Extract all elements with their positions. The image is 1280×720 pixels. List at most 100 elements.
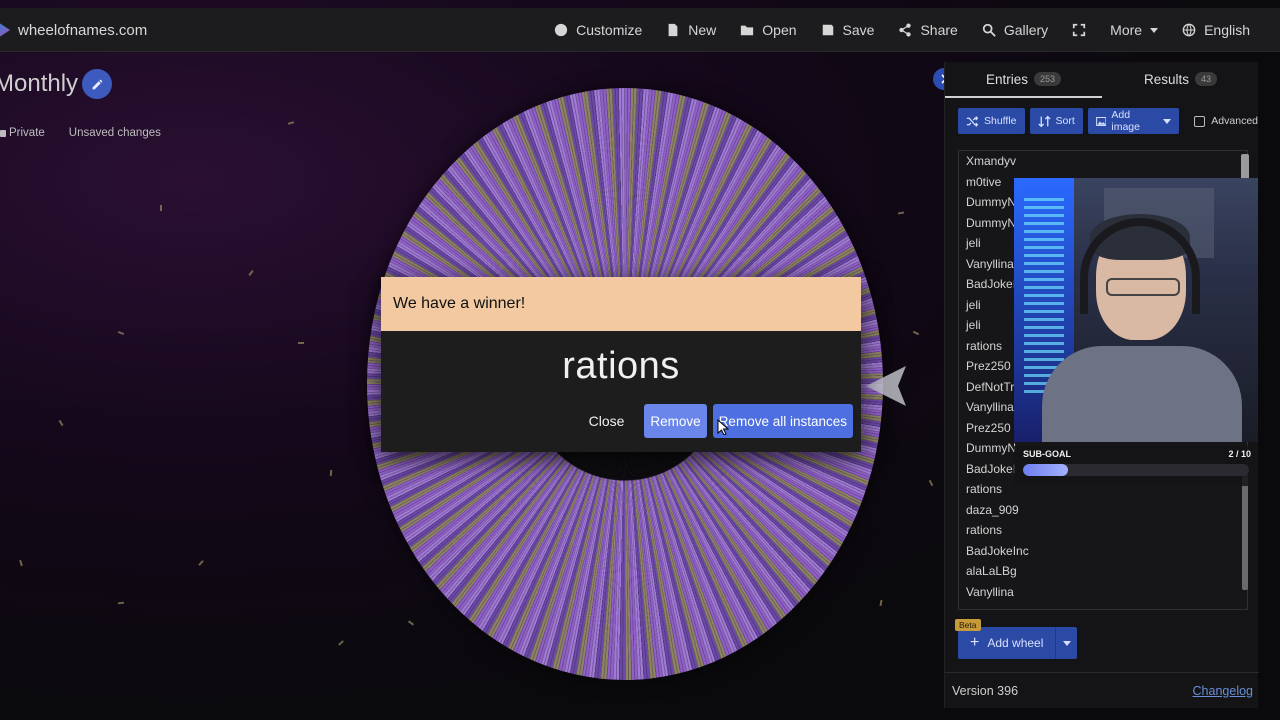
cam-person-body — [1042, 346, 1242, 442]
remove-button[interactable]: Remove — [644, 404, 707, 438]
confetti-piece — [928, 479, 934, 487]
entry-line[interactable]: rations — [959, 520, 1247, 541]
add-wheel-button[interactable]: + Add wheel — [958, 627, 1056, 659]
customize-label: Customize — [576, 22, 643, 38]
customize-button[interactable]: Customize — [542, 8, 654, 52]
chevron-down-icon — [1062, 640, 1071, 646]
save-button[interactable]: Save — [809, 8, 887, 52]
winner-name: rations — [562, 345, 680, 387]
webcam-overlay — [1014, 178, 1258, 442]
confetti-piece — [338, 640, 344, 646]
tab-results[interactable]: Results 43 — [1102, 62, 1259, 98]
add-wheel-label: Add wheel — [987, 636, 1044, 650]
fullscreen-icon — [1073, 23, 1086, 37]
gallery-button[interactable]: Gallery — [970, 8, 1060, 52]
changelog-link[interactable]: Changelog — [1193, 684, 1253, 698]
save-label: Save — [842, 22, 875, 38]
subgoal-bar — [1023, 464, 1249, 476]
shuffle-button[interactable]: Shuffle — [958, 108, 1025, 134]
entries-count-badge: 253 — [1034, 72, 1062, 86]
panel-tabs: Entries 253 Results 43 — [945, 62, 1259, 98]
open-button[interactable]: Open — [728, 8, 808, 52]
save-status: Unsaved changes — [68, 127, 161, 139]
sort-icon — [1037, 115, 1051, 127]
brand[interactable]: wheelofnames.com — [0, 8, 147, 52]
top-bar: wheelofnames.com Customize New Open Save… — [0, 8, 1280, 52]
file-icon — [668, 23, 678, 37]
subgoal-label: SUB-GOAL — [1023, 449, 1071, 459]
share-label: Share — [920, 22, 958, 38]
confetti-piece — [897, 211, 905, 215]
confetti-piece — [19, 559, 23, 567]
edit-title-button[interactable] — [82, 69, 112, 99]
privacy-badge: Private — [0, 127, 45, 139]
subgoal-value: 2 / 10 — [1228, 449, 1251, 459]
confetti-piece — [58, 419, 64, 427]
fullscreen-button[interactable] — [1060, 8, 1098, 52]
tab-results-label: Results — [1143, 71, 1189, 87]
dialog-actions: Close Remove Remove all instances — [575, 404, 853, 438]
share-button[interactable]: Share — [886, 8, 969, 52]
more-menu[interactable]: More — [1098, 8, 1170, 52]
confetti-piece — [879, 599, 883, 607]
scrollbar-track[interactable] — [1242, 470, 1248, 590]
confetti-piece — [160, 205, 162, 211]
palette-icon — [555, 23, 568, 37]
pencil-icon — [92, 79, 102, 89]
advanced-toggle[interactable]: Advanced — [1194, 115, 1258, 127]
entry-line[interactable]: alaLaLBg — [959, 561, 1247, 582]
sort-button[interactable]: Sort — [1029, 108, 1083, 134]
subgoal-fill — [1023, 464, 1069, 476]
tab-entries[interactable]: Entries 253 — [945, 62, 1102, 98]
confetti-piece — [407, 620, 415, 626]
subgoal-widget: SUB-GOAL 2 / 10 — [1014, 446, 1258, 486]
language-label: English — [1204, 22, 1250, 38]
gallery-label: Gallery — [1003, 22, 1049, 38]
close-button[interactable]: Close — [575, 405, 639, 437]
winner-dialog: We have a winner! rations Close Remove R… — [381, 277, 861, 452]
confetti-piece — [117, 330, 125, 336]
language-button[interactable]: English — [1170, 8, 1262, 52]
chevron-down-icon — [1150, 27, 1159, 33]
add-image-label: Add image — [1111, 109, 1140, 133]
add-image-button[interactable]: Add image — [1087, 108, 1180, 134]
version-label: Version 396 — [952, 683, 1019, 698]
plus-icon: + — [970, 634, 980, 651]
more-label: More — [1110, 22, 1143, 38]
add-wheel-dropdown[interactable] — [1055, 627, 1078, 659]
confetti-piece — [117, 601, 125, 605]
entries-toolbar: Shuffle Sort Add image Advanced — [958, 108, 1258, 134]
confetti-piece — [248, 270, 254, 276]
globe-icon — [1182, 23, 1196, 37]
image-icon — [1095, 116, 1107, 126]
beta-badge: Beta — [955, 619, 981, 631]
wheel-title: Monthly — [0, 70, 79, 97]
confetti-piece — [912, 330, 920, 336]
shuffle-icon — [966, 115, 979, 127]
privacy-label: Private — [9, 127, 45, 139]
advanced-label: Advanced — [1211, 115, 1258, 127]
new-button[interactable]: New — [654, 8, 728, 52]
panel-footer: Version 396 Changelog — [945, 672, 1259, 708]
site-name: wheelofnames.com — [18, 21, 148, 39]
confetti-piece — [297, 341, 305, 345]
confetti-piece — [198, 560, 204, 566]
confetti-piece — [287, 121, 295, 125]
floppy-icon — [822, 24, 833, 36]
entry-line[interactable]: BadJokeInc — [959, 541, 1247, 562]
top-nav: Customize New Open Save Share Gallery Mo… — [542, 8, 1262, 52]
shuffle-label: Shuffle — [984, 115, 1017, 127]
wheel-meta: Private Unsaved changes — [0, 127, 161, 139]
open-label: Open — [762, 22, 797, 38]
tab-entries-label: Entries — [985, 71, 1028, 87]
mouse-cursor-icon — [717, 419, 729, 435]
scrollbar-thumb[interactable] — [1241, 154, 1249, 180]
entry-line[interactable]: daza_909 — [959, 500, 1247, 521]
advanced-checkbox[interactable] — [1194, 115, 1206, 127]
sort-label: Sort — [1055, 115, 1075, 127]
entry-line[interactable]: Vanyllina — [959, 582, 1247, 603]
remove-all-button[interactable]: Remove all instances — [712, 404, 853, 438]
app-root: wheelofnames.com Customize New Open Save… — [0, 0, 1280, 720]
entry-line[interactable]: Xmandyv — [959, 151, 1247, 172]
search-icon — [982, 23, 996, 37]
